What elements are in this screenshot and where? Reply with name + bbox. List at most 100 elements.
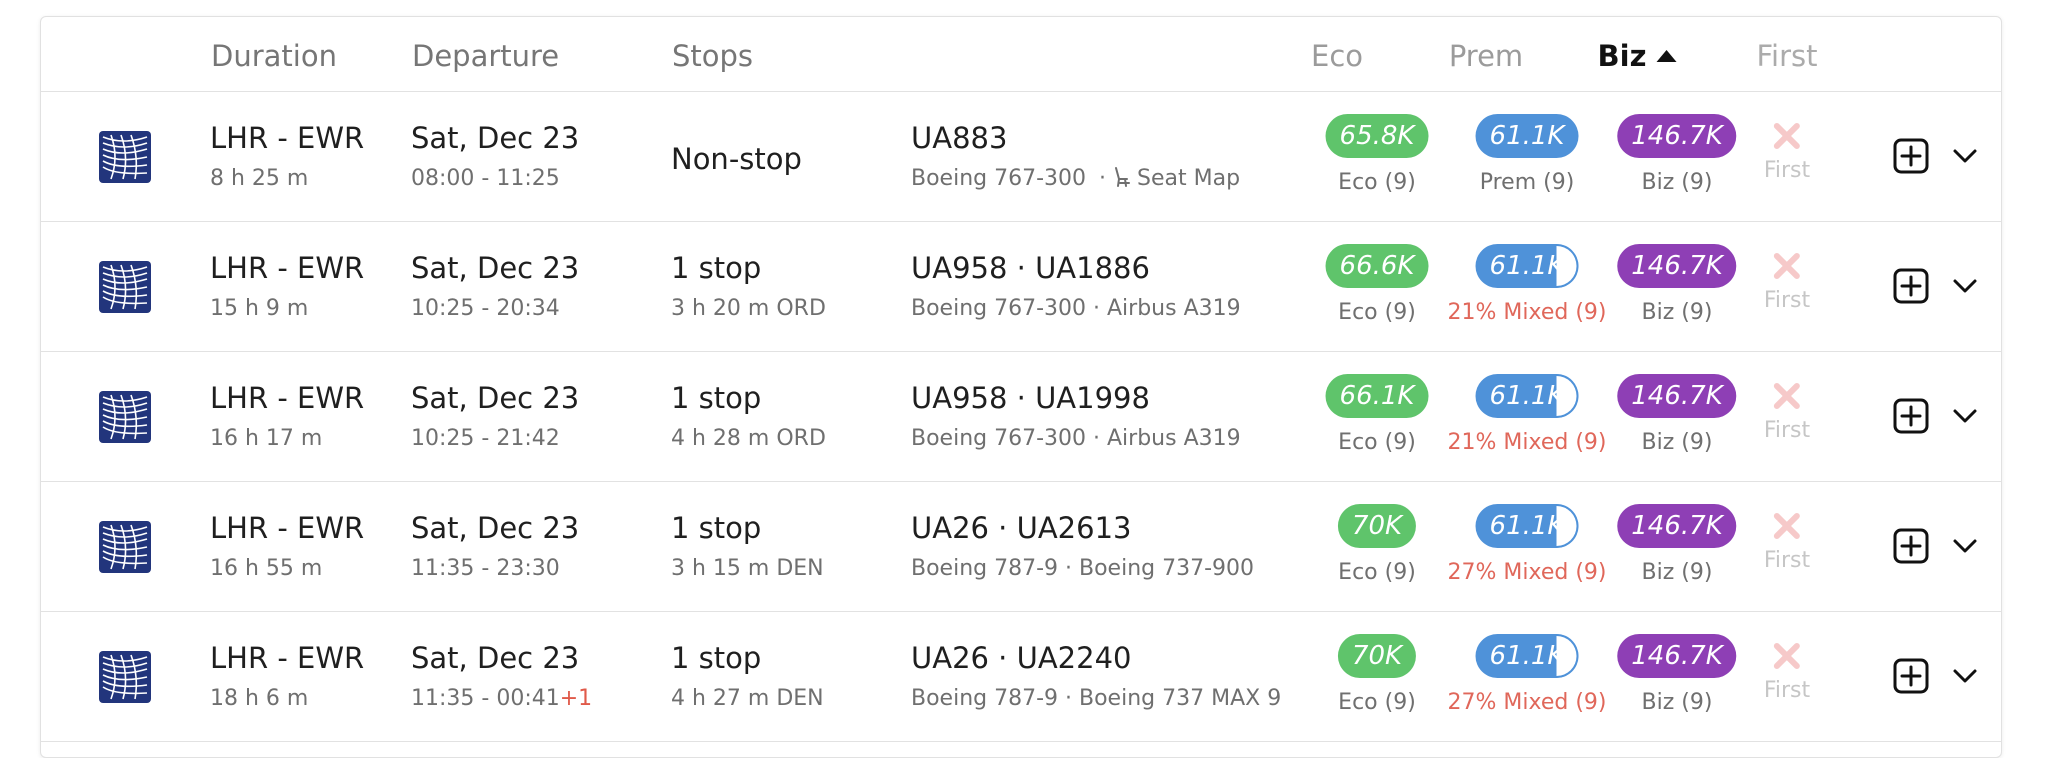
header-biz-label: Biz (1597, 39, 1647, 73)
chevron-down-icon[interactable] (1951, 276, 1979, 296)
route-text: LHR - EWR (210, 511, 365, 545)
aircraft-text: Boeing 787-9 · Boeing 737 MAX 9 (911, 686, 1281, 711)
eco-price-cell[interactable]: 66.1K Eco (9) (1325, 374, 1429, 455)
chevron-down-icon[interactable] (1951, 406, 1979, 426)
route-text: LHR - EWR (210, 121, 365, 155)
header-first[interactable]: First (1756, 39, 1817, 73)
chevron-down-icon[interactable] (1951, 146, 1979, 166)
prem-price-pill[interactable]: 61.1K (1475, 244, 1579, 288)
aircraft-types: Boeing 787-9 · Boeing 737-900 (911, 556, 1255, 581)
biz-cabin-label: Biz (9) (1641, 690, 1713, 715)
eco-cabin-label: Eco (9) (1338, 170, 1416, 195)
time-range: 08:00 - 11:25 (411, 166, 560, 191)
eco-price-pill[interactable]: 65.8K (1325, 114, 1429, 158)
flight-numbers: UA958 · UA1886 (911, 251, 1150, 285)
biz-price-pill[interactable]: 146.7K (1617, 634, 1737, 678)
first-cabin-label: First (1763, 548, 1811, 573)
biz-price-pill[interactable]: 146.7K (1617, 374, 1737, 418)
aircraft-types: Boeing 787-9 · Boeing 737 MAX 9 (911, 686, 1282, 711)
seat-map-link-wrap: · Seat Map (1099, 166, 1240, 191)
add-to-list-icon[interactable] (1893, 398, 1929, 434)
prem-price-pill[interactable]: 61.1K (1475, 374, 1579, 418)
biz-price-cell[interactable]: 146.7K Biz (9) (1617, 504, 1737, 585)
prem-price-pill[interactable]: 61.1K (1475, 634, 1579, 678)
stops-text: 1 stop (671, 641, 762, 675)
biz-price-cell[interactable]: 146.7K Biz (9) (1617, 634, 1737, 715)
biz-price-cell[interactable]: 146.7K Biz (9) (1617, 114, 1737, 195)
header-biz[interactable]: Biz (1598, 39, 1677, 73)
unavailable-x-icon (1774, 643, 1800, 669)
header-departure[interactable]: Departure (412, 39, 559, 73)
eco-price-pill[interactable]: 66.6K (1325, 244, 1429, 288)
eco-cabin-label: Eco (9) (1338, 300, 1416, 325)
layover-text: 4 h 27 m DEN (671, 686, 824, 711)
table-row[interactable]: LHR - EWR 16 h 55 m Sat, Dec 23 11:35 - … (41, 482, 2001, 612)
prem-price-cell[interactable]: 61.1K 21% Mixed (9) (1448, 374, 1606, 455)
route-text: LHR - EWR (210, 251, 365, 285)
united-airlines-logo-icon (99, 521, 151, 573)
eco-price-cell[interactable]: 65.8K Eco (9) (1325, 114, 1429, 195)
flight-numbers: UA958 · UA1998 (911, 381, 1150, 415)
departure-date: Sat, Dec 23 (411, 251, 580, 285)
flight-numbers: UA26 · UA2240 (911, 641, 1132, 675)
unavailable-x-icon (1774, 513, 1800, 539)
eco-price-pill[interactable]: 70K (1337, 504, 1417, 548)
biz-cabin-label: Biz (9) (1641, 300, 1713, 325)
header-prem[interactable]: Prem (1449, 39, 1523, 73)
table-row[interactable]: LHR - EWR 18 h 6 m Sat, Dec 23 11:35 - 0… (41, 612, 2001, 742)
first-cabin-label: First (1763, 158, 1811, 183)
first-cabin-label: First (1763, 418, 1811, 443)
chevron-down-icon[interactable] (1951, 536, 1979, 556)
prem-price-cell[interactable]: 61.1K 27% Mixed (9) (1448, 504, 1606, 585)
eco-price-pill[interactable]: 70K (1337, 634, 1417, 678)
layover-text: 3 h 20 m ORD (671, 296, 826, 321)
duration-text: 16 h 17 m (210, 426, 323, 451)
first-cabin-label: First (1763, 678, 1811, 703)
eco-price-cell[interactable]: 66.6K Eco (9) (1325, 244, 1429, 325)
table-row[interactable]: LHR - EWR 15 h 9 m Sat, Dec 23 10:25 - 2… (41, 222, 2001, 352)
prem-price-pill[interactable]: 61.1K (1475, 114, 1579, 158)
add-to-list-icon[interactable] (1893, 268, 1929, 304)
table-row[interactable]: LHR - EWR 16 h 17 m Sat, Dec 23 10:25 - … (41, 352, 2001, 482)
stops-text: Non-stop (671, 142, 802, 176)
chevron-down-icon[interactable] (1951, 666, 1979, 686)
prem-price-cell[interactable]: 61.1K Prem (9) (1475, 114, 1579, 195)
biz-price-cell[interactable]: 146.7K Biz (9) (1617, 244, 1737, 325)
prem-price-pill[interactable]: 61.1K (1475, 504, 1579, 548)
flight-results-table: Duration Departure Stops Eco Prem Biz Fi… (40, 16, 2002, 758)
add-to-list-icon[interactable] (1893, 528, 1929, 564)
layover-text: 4 h 28 m ORD (671, 426, 826, 451)
eco-price-cell[interactable]: 70K Eco (9) (1337, 504, 1417, 585)
seat-map-link[interactable]: Seat Map (1113, 166, 1240, 191)
seat-icon (1115, 167, 1131, 187)
first-price-cell: First (1764, 640, 1810, 703)
eco-price-cell[interactable]: 70K Eco (9) (1337, 634, 1417, 715)
departure-times: 11:35 - 23:30 (411, 556, 560, 581)
route-text: LHR - EWR (210, 641, 365, 675)
add-to-list-icon[interactable] (1893, 658, 1929, 694)
seat-map-label: Seat Map (1137, 166, 1241, 191)
aircraft-text: Boeing 787-9 · Boeing 737-900 (911, 556, 1254, 581)
unavailable-x-icon (1774, 253, 1800, 279)
duration-text: 18 h 6 m (210, 686, 309, 711)
eco-cabin-label: Eco (9) (1338, 430, 1416, 455)
time-range: 10:25 - 21:42 (411, 426, 560, 451)
biz-price-pill[interactable]: 146.7K (1617, 504, 1737, 548)
eco-price-pill[interactable]: 66.1K (1325, 374, 1429, 418)
prem-price-cell[interactable]: 61.1K 21% Mixed (9) (1448, 244, 1606, 325)
unavailable-x-icon (1774, 123, 1800, 149)
table-row[interactable]: LHR - EWR 8 h 25 m Sat, Dec 23 08:00 - 1… (41, 92, 2001, 222)
time-range: 10:25 - 20:34 (411, 296, 560, 321)
biz-cabin-label: Biz (9) (1641, 170, 1713, 195)
duration-text: 15 h 9 m (210, 296, 309, 321)
prem-price-cell[interactable]: 61.1K 27% Mixed (9) (1448, 634, 1606, 715)
add-to-list-icon[interactable] (1893, 138, 1929, 174)
biz-price-cell[interactable]: 146.7K Biz (9) (1617, 374, 1737, 455)
header-eco[interactable]: Eco (1311, 39, 1363, 73)
united-airlines-logo-icon (99, 261, 151, 313)
header-duration[interactable]: Duration (211, 39, 337, 73)
biz-cabin-label: Biz (9) (1641, 430, 1713, 455)
biz-price-pill[interactable]: 146.7K (1617, 244, 1737, 288)
biz-price-pill[interactable]: 146.7K (1617, 114, 1737, 158)
header-stops[interactable]: Stops (672, 39, 753, 73)
